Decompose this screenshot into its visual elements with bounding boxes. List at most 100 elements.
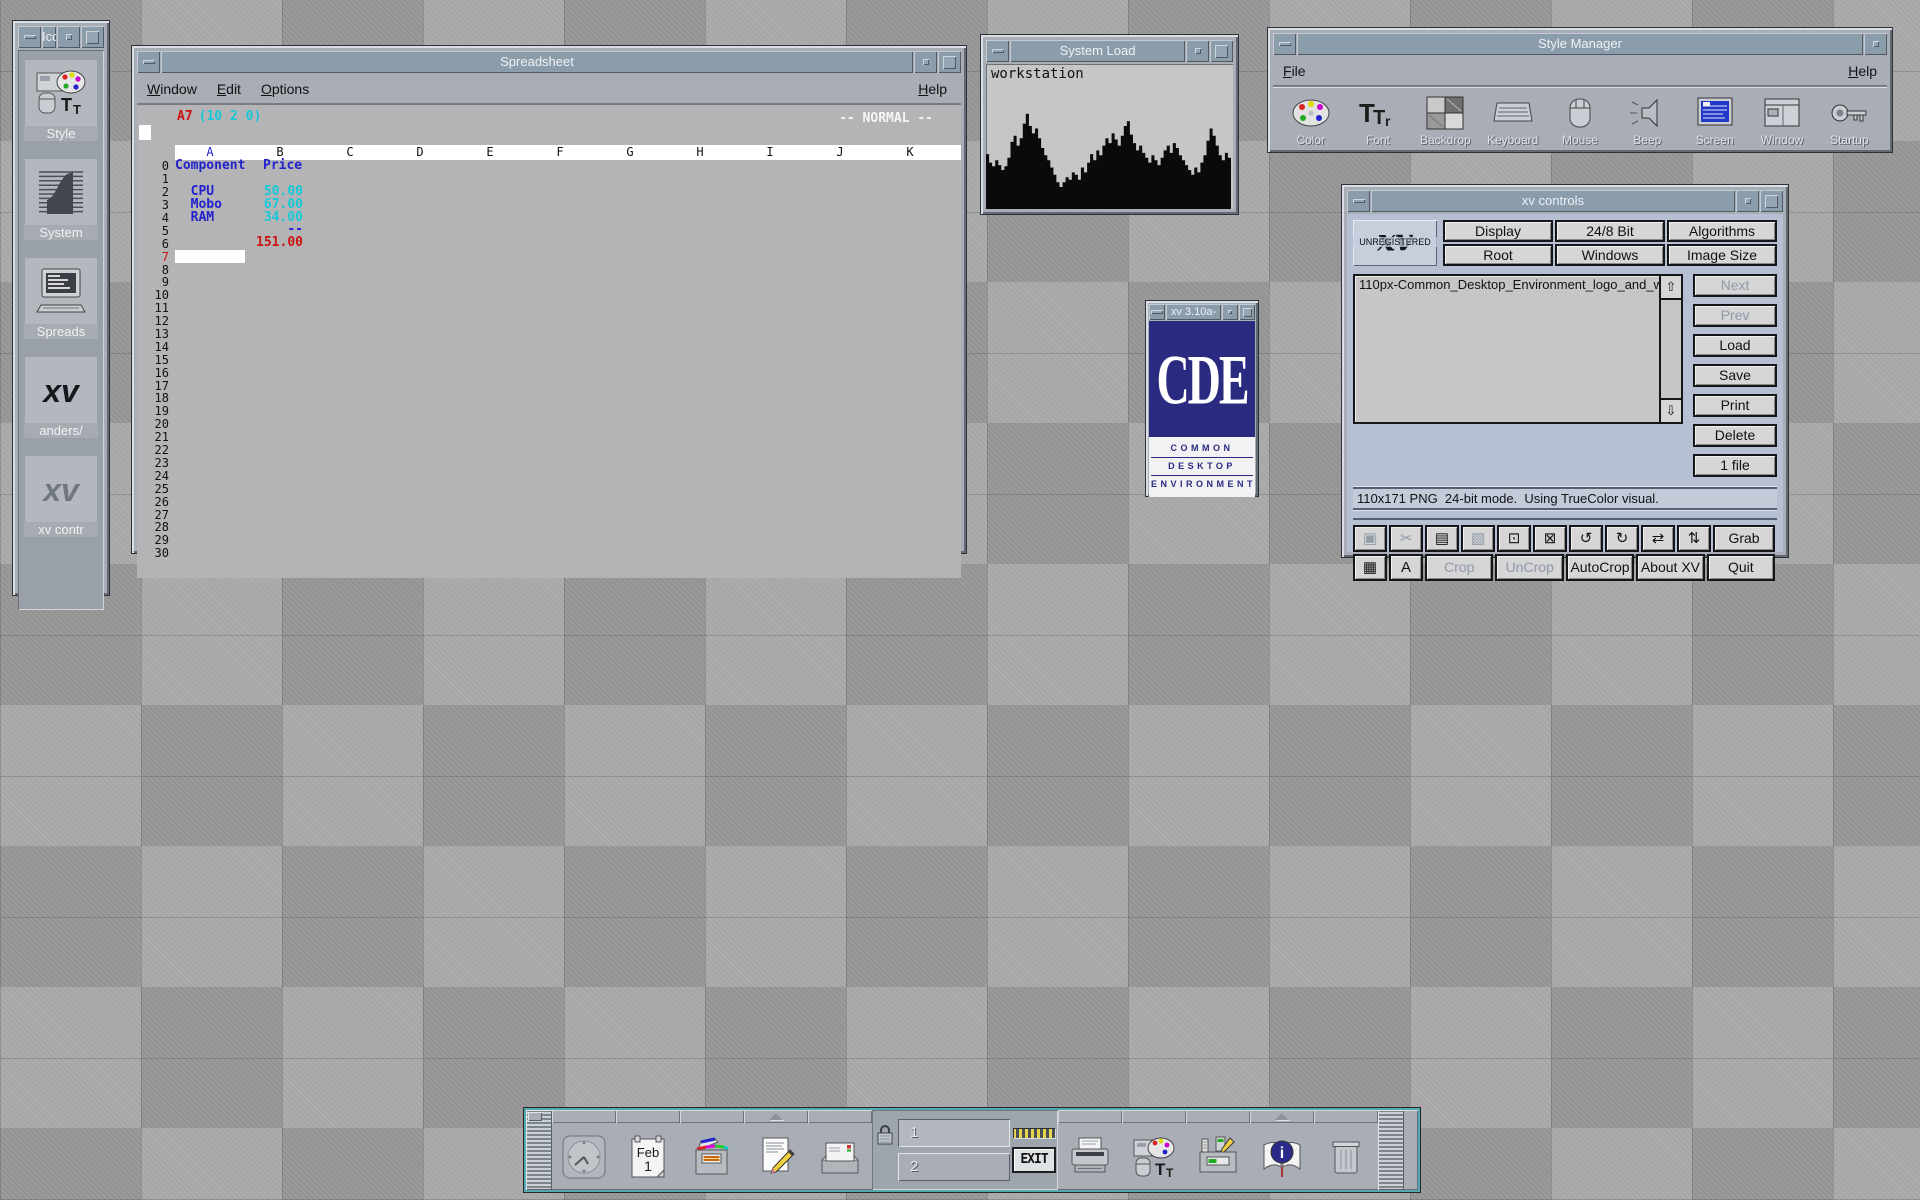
- flip-horizontal-icon[interactable]: ⇄: [1641, 525, 1675, 552]
- rotate-right-icon[interactable]: ↻: [1605, 525, 1639, 552]
- row-header-11[interactable]: 11: [137, 301, 175, 315]
- xv-button-next[interactable]: Next: [1693, 274, 1777, 297]
- panel-button-app-manager[interactable]: [1186, 1123, 1250, 1190]
- xv-controls-titlebar[interactable]: xv controls: [1347, 190, 1783, 212]
- style-manager-titlebar[interactable]: Style Manager: [1273, 33, 1887, 55]
- dither-icon[interactable]: ▦: [1353, 554, 1387, 581]
- panel-button-calendar[interactable]: Feb1: [616, 1123, 680, 1190]
- subpanel-tab-text-editor[interactable]: [744, 1110, 808, 1123]
- cell[interactable]: RAM: [175, 212, 245, 225]
- xv-button-print[interactable]: Print: [1693, 394, 1777, 417]
- icon-box-titlebar[interactable]: Icons: [18, 26, 104, 48]
- xv-button-about-xv[interactable]: About XV: [1636, 554, 1704, 581]
- panel-grip-left[interactable]: [526, 1110, 552, 1190]
- cell[interactable]: 151.00: [245, 237, 315, 250]
- column-header-G[interactable]: G: [595, 145, 665, 160]
- xv-button-grab[interactable]: Grab: [1713, 525, 1775, 552]
- cell[interactable]: 34.00: [245, 212, 315, 225]
- panel-grip-right[interactable]: [1378, 1110, 1404, 1190]
- text-annotate-icon[interactable]: A: [1389, 554, 1423, 581]
- xv-button-prev[interactable]: Prev: [1693, 304, 1777, 327]
- icon-box-item-anders[interactable]: xvanders/: [24, 357, 98, 438]
- panel-button-mail[interactable]: [808, 1123, 872, 1190]
- xv-button-quit[interactable]: Quit: [1707, 554, 1775, 581]
- xv-button-display[interactable]: Display: [1443, 220, 1553, 242]
- xv-button-autocrop[interactable]: AutoCrop: [1566, 554, 1634, 581]
- row-header-28[interactable]: 28: [137, 520, 175, 534]
- row-header-15[interactable]: 15: [137, 353, 175, 367]
- system-load-titlebar[interactable]: System Load: [986, 40, 1233, 62]
- row-header-4[interactable]: 4: [137, 211, 175, 225]
- maximize-button[interactable]: [938, 51, 961, 73]
- file-list[interactable]: 110px-Common_Desktop_Environment_logo_an…: [1353, 274, 1683, 424]
- panel-button-clock[interactable]: [552, 1123, 616, 1190]
- window-menu-button[interactable]: [18, 26, 41, 48]
- panel-button-printer[interactable]: [1058, 1123, 1122, 1190]
- subpanel-arrow-icon[interactable]: [1275, 1113, 1289, 1120]
- row-header-7[interactable]: 7: [137, 250, 175, 264]
- xv-button-load[interactable]: Load: [1693, 334, 1777, 357]
- menu-edit[interactable]: Edit: [207, 81, 251, 97]
- window-menu-button[interactable]: [1149, 304, 1165, 320]
- flip-vertical-icon[interactable]: ⇅: [1677, 525, 1711, 552]
- minimize-button[interactable]: [1864, 33, 1887, 55]
- row-header-21[interactable]: 21: [137, 430, 175, 444]
- row-header-9[interactable]: 9: [137, 275, 175, 289]
- row-header-20[interactable]: 20: [137, 417, 175, 431]
- row-header-19[interactable]: 19: [137, 404, 175, 418]
- panel-button-file-manager[interactable]: [680, 1123, 744, 1190]
- menu-help[interactable]: Help: [1838, 63, 1887, 79]
- xv-button-root[interactable]: Root: [1443, 244, 1553, 266]
- rotate-left-icon[interactable]: ↺: [1569, 525, 1603, 552]
- copy-icon[interactable]: ▣: [1353, 525, 1387, 552]
- spreadsheet-titlebar[interactable]: Spreadsheet: [137, 51, 961, 73]
- icon-box-item-spreads[interactable]: Spreads: [24, 258, 98, 339]
- maximize-button[interactable]: [1210, 40, 1233, 62]
- row-header-10[interactable]: 10: [137, 288, 175, 302]
- window-expand-icon[interactable]: ⊠: [1533, 525, 1567, 552]
- row-header-3[interactable]: 3: [137, 198, 175, 212]
- panel-button-text-editor[interactable]: [744, 1123, 808, 1190]
- xv-button-delete[interactable]: Delete: [1693, 424, 1777, 447]
- row-header-18[interactable]: 18: [137, 391, 175, 405]
- row-header-1[interactable]: 1: [137, 172, 175, 186]
- clear-icon[interactable]: ▧: [1461, 525, 1495, 552]
- paste-icon[interactable]: ▤: [1425, 525, 1459, 552]
- panel-minimize-handle[interactable]: [528, 1112, 542, 1121]
- row-header-0[interactable]: 0: [137, 159, 175, 173]
- style-item-startup[interactable]: Startup: [1816, 93, 1883, 147]
- column-header-I[interactable]: I: [735, 145, 805, 160]
- xv-button-windows[interactable]: Windows: [1555, 244, 1665, 266]
- column-header-J[interactable]: J: [805, 145, 875, 160]
- xv-button-24-8-bit[interactable]: 24/8 Bit: [1555, 220, 1665, 242]
- row-header-25[interactable]: 25: [137, 482, 175, 496]
- row-header-6[interactable]: 6: [137, 237, 175, 251]
- exit-button[interactable]: EXIT: [1012, 1147, 1056, 1173]
- style-item-screen[interactable]: Screen: [1681, 93, 1748, 147]
- row-header-26[interactable]: 26: [137, 495, 175, 509]
- maximize-button[interactable]: [81, 26, 104, 48]
- row-header-12[interactable]: 12: [137, 314, 175, 328]
- menu-window[interactable]: Window: [137, 81, 207, 97]
- window-menu-button[interactable]: [1273, 33, 1296, 55]
- file-list-item[interactable]: 110px-Common_Desktop_Environment_logo_an…: [1355, 276, 1681, 293]
- row-header-14[interactable]: 14: [137, 340, 175, 354]
- row-header-30[interactable]: 30: [137, 546, 175, 560]
- row-header-27[interactable]: 27: [137, 508, 175, 522]
- style-item-window[interactable]: Window: [1748, 93, 1815, 147]
- style-item-beep[interactable]: Beep: [1614, 93, 1681, 147]
- style-item-font[interactable]: TTrFont: [1344, 93, 1411, 147]
- panel-button-style-manager[interactable]: TT: [1122, 1123, 1186, 1190]
- column-header-F[interactable]: F: [525, 145, 595, 160]
- row-header-2[interactable]: 2: [137, 185, 175, 199]
- xv-image-titlebar[interactable]: xv 3.10a-: [1149, 304, 1255, 320]
- icon-box-item-xvcontr[interactable]: xvxv contr: [24, 456, 98, 537]
- style-item-keyboard[interactable]: Keyboard: [1479, 93, 1546, 147]
- cut-icon[interactable]: ✂: [1389, 525, 1423, 552]
- maximize-button[interactable]: [1760, 190, 1783, 212]
- column-header-H[interactable]: H: [665, 145, 735, 160]
- row-header-24[interactable]: 24: [137, 469, 175, 483]
- xv-button-save[interactable]: Save: [1693, 364, 1777, 387]
- row-header-5[interactable]: 5: [137, 224, 175, 238]
- workspace-button-2[interactable]: 2: [898, 1153, 1010, 1181]
